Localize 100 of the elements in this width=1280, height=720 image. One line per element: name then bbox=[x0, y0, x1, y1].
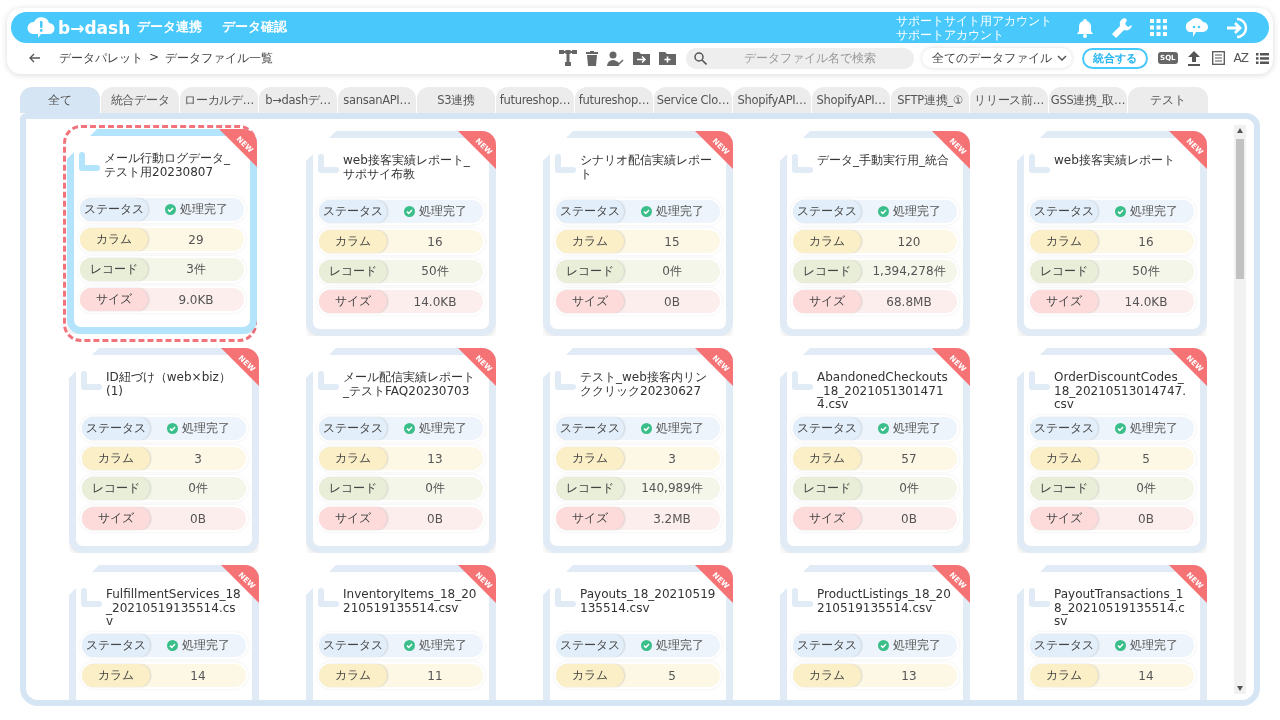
folded-corner-icon bbox=[791, 588, 813, 610]
field-value: 3 bbox=[193, 450, 203, 468]
field-label: ステータス bbox=[793, 200, 861, 223]
search-field[interactable]: データファイル名で検索 bbox=[686, 47, 915, 69]
field-label: カラム bbox=[793, 447, 861, 470]
breadcrumb-item: データファイル一覧 bbox=[165, 49, 274, 67]
file-name: web接客実績レポート bbox=[1054, 154, 1176, 168]
check-circle-icon bbox=[166, 423, 178, 434]
file-name: シナリオ配信実績レポート bbox=[580, 154, 712, 181]
field-value: 16 bbox=[426, 233, 444, 251]
check-circle-icon bbox=[877, 206, 889, 217]
status-text: 処理完了 bbox=[892, 420, 941, 437]
check-circle-icon bbox=[166, 640, 178, 651]
tab[interactable]: テスト bbox=[1128, 87, 1208, 113]
field-label: サイズ bbox=[793, 507, 861, 530]
tab[interactable]: b→dashデ… bbox=[259, 87, 337, 113]
upload-icon[interactable] bbox=[1187, 50, 1200, 66]
list-icon[interactable] bbox=[1256, 52, 1269, 64]
tab[interactable]: ShopifyAPI… bbox=[812, 87, 890, 113]
field-value: 16 bbox=[1137, 233, 1155, 251]
field-label: レコード bbox=[1030, 260, 1098, 283]
field-label: ステータス bbox=[319, 634, 387, 657]
scrollbar[interactable] bbox=[1234, 125, 1246, 694]
field-value: 68.8MB bbox=[885, 293, 933, 311]
table-icon[interactable] bbox=[1211, 51, 1225, 65]
field-value: 1,394,278件 bbox=[871, 263, 947, 280]
field-label: カラム bbox=[319, 664, 387, 687]
tab[interactable]: GSS連携_取… bbox=[1049, 87, 1127, 113]
file-name: ID紐づけ（web×biz）(1) bbox=[106, 371, 232, 398]
field-label: ステータス bbox=[1030, 634, 1098, 657]
trash-icon[interactable] bbox=[586, 50, 599, 66]
status-text: 処理完了 bbox=[1129, 203, 1178, 220]
tab[interactable]: リリース前… bbox=[970, 87, 1048, 113]
tab[interactable]: ShopifyAPI… bbox=[733, 87, 811, 113]
field-label: サイズ bbox=[556, 290, 624, 313]
tab[interactable]: futureshop… bbox=[496, 87, 574, 113]
field-label: サイズ bbox=[556, 507, 624, 530]
field-value: 14.0KB bbox=[1123, 293, 1169, 311]
status-text: 処理完了 bbox=[179, 201, 228, 218]
field-value: 29 bbox=[187, 231, 205, 249]
field-label: ステータス bbox=[793, 634, 861, 657]
hierarchy-icon[interactable] bbox=[559, 50, 578, 66]
search-icon bbox=[694, 51, 708, 65]
field-label: サイズ bbox=[1030, 290, 1098, 313]
folded-corner-icon bbox=[1028, 588, 1050, 610]
folded-corner-icon bbox=[554, 371, 576, 393]
tab[interactable]: sansanAPI… bbox=[338, 87, 416, 113]
field-label: レコード bbox=[319, 477, 387, 500]
status-text: 処理完了 bbox=[181, 420, 230, 437]
tab[interactable]: ローカルデ… bbox=[180, 87, 258, 113]
status-text: 処理完了 bbox=[892, 637, 941, 654]
status-text: 処理完了 bbox=[418, 203, 467, 220]
field-label: レコード bbox=[793, 477, 861, 500]
field-value: 13 bbox=[900, 667, 918, 685]
field-label: カラム bbox=[1030, 447, 1098, 470]
field-value: 0件 bbox=[898, 480, 920, 497]
account-name: サポートサイト用アカウント bbox=[896, 13, 1053, 28]
field-label: カラム bbox=[82, 664, 150, 687]
field-label: カラム bbox=[1030, 664, 1098, 687]
field-label: ステータス bbox=[82, 634, 150, 657]
field-value: 11 bbox=[426, 667, 444, 685]
breadcrumb-separator: > bbox=[149, 49, 160, 66]
file-name: テスト_web接客内リンククリック20230627 bbox=[580, 371, 708, 398]
check-circle-icon bbox=[1114, 206, 1126, 217]
tab[interactable]: 統合データ bbox=[101, 87, 179, 113]
field-value: 120 bbox=[896, 233, 922, 251]
back-arrow-icon[interactable] bbox=[29, 53, 41, 63]
status-text: 処理完了 bbox=[418, 420, 467, 437]
folder-arrow-icon[interactable] bbox=[633, 51, 651, 65]
tab[interactable]: SFTP連携_① bbox=[891, 87, 969, 113]
tab[interactable]: Service Clo… bbox=[654, 87, 732, 113]
check-circle-icon bbox=[1114, 640, 1126, 651]
field-value: 0B bbox=[426, 510, 444, 528]
field-label: カラム bbox=[556, 230, 624, 253]
field-label: ステータス bbox=[82, 417, 150, 440]
filter-dropdown[interactable]: 全てのデータファイル bbox=[922, 48, 1073, 68]
tab[interactable]: futureshop… bbox=[575, 87, 653, 113]
folded-corner-icon bbox=[78, 152, 100, 174]
field-value: 0件 bbox=[187, 480, 209, 497]
field-value: 3.2MB bbox=[652, 510, 692, 528]
file-name: AbandonedCheckouts_18_20210513014714.csv bbox=[817, 371, 949, 412]
file-name: データ_手動実行用_統合 bbox=[817, 154, 949, 168]
sort-icon[interactable]: AZ bbox=[1233, 51, 1248, 65]
folded-corner-icon bbox=[554, 588, 576, 610]
tab[interactable]: 全て bbox=[20, 87, 100, 113]
user-check-icon[interactable] bbox=[607, 50, 625, 66]
breadcrumb-item[interactable]: データパレット bbox=[59, 49, 143, 67]
field-label: サイズ bbox=[319, 507, 387, 530]
tab[interactable]: S3連携 bbox=[417, 87, 495, 113]
status-text: 処理完了 bbox=[1129, 420, 1178, 437]
check-circle-icon bbox=[877, 423, 889, 434]
field-label: サイズ bbox=[319, 290, 387, 313]
file-name: メール行動ログデータ_テスト用20230807 bbox=[104, 152, 231, 179]
folded-corner-icon bbox=[554, 154, 576, 176]
folded-corner-icon bbox=[317, 588, 339, 610]
folder-plus-icon[interactable] bbox=[659, 51, 677, 65]
field-label: ステータス bbox=[1030, 417, 1098, 440]
file-name: PayoutTransactions_18_20210519135514.csv bbox=[1054, 588, 1186, 629]
account-name: サポートアカウント bbox=[896, 27, 1005, 42]
field-value: 0件 bbox=[424, 480, 446, 497]
